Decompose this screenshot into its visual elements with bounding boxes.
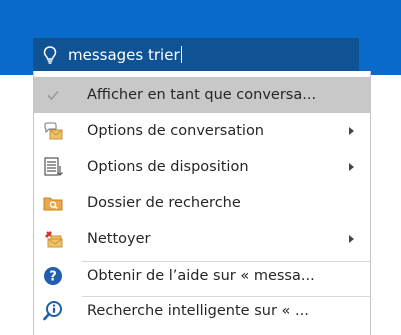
smart-lookup-icon bbox=[42, 300, 64, 322]
text-caret bbox=[180, 45, 182, 63]
menu-item-cleanup[interactable]: Nettoyer bbox=[34, 221, 370, 257]
submenu-arrow-icon bbox=[349, 127, 354, 135]
tell-me-search-box[interactable]: messages trier bbox=[33, 38, 359, 71]
layout-options-icon bbox=[42, 156, 64, 178]
checkmark-icon bbox=[42, 84, 64, 106]
lightbulb-icon bbox=[43, 45, 57, 64]
svg-text:?: ? bbox=[49, 270, 57, 285]
conversation-options-icon bbox=[42, 120, 64, 142]
search-query-text[interactable]: messages trier bbox=[68, 45, 182, 64]
submenu-arrow-icon bbox=[349, 235, 354, 243]
menu-item-get-help[interactable]: ? Obtenir de l’aide sur « messa... bbox=[34, 258, 370, 294]
menu-item-label: Options de conversation bbox=[87, 123, 265, 139]
menu-item-label: Obtenir de l’aide sur « messa... bbox=[87, 268, 315, 284]
menu-item-label: Options de disposition bbox=[87, 159, 249, 175]
menu-item-smart-lookup[interactable]: Recherche intelligente sur « ... bbox=[34, 293, 370, 329]
menu-item-label: Nettoyer bbox=[87, 231, 151, 247]
menu-item-label: Recherche intelligente sur « ... bbox=[87, 303, 309, 319]
menu-item-search-folder[interactable]: Dossier de recherche bbox=[34, 185, 370, 221]
cleanup-icon bbox=[42, 228, 64, 250]
search-folder-icon bbox=[42, 192, 64, 214]
help-icon: ? bbox=[42, 265, 64, 287]
menu-item-label: Afficher en tant que conversa... bbox=[87, 87, 317, 103]
menu-item-label: Dossier de recherche bbox=[87, 195, 241, 211]
menu-item-layout-options[interactable]: Options de disposition bbox=[34, 149, 370, 185]
menu-item-show-as-conversations[interactable]: Afficher en tant que conversa... bbox=[34, 77, 370, 113]
menu-item-conversation-options[interactable]: Options de conversation bbox=[34, 113, 370, 149]
submenu-arrow-icon bbox=[349, 163, 354, 171]
search-results-menu: Afficher en tant que conversa... Options… bbox=[33, 71, 371, 335]
